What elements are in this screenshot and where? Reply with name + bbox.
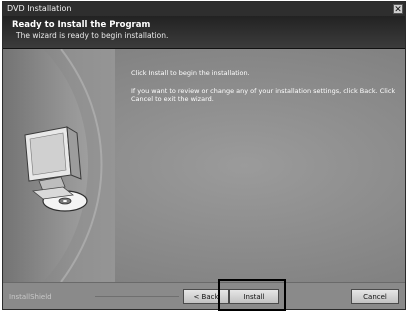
left-artwork-panel — [3, 48, 115, 283]
installshield-brand: InstallShield — [9, 293, 52, 301]
wizard-content: Click Install to begin the installation.… — [3, 48, 405, 283]
close-icon[interactable]: ✕ — [393, 4, 403, 15]
header-subtitle: The wizard is ready to begin installatio… — [16, 31, 169, 40]
header-title: Ready to Install the Program — [12, 20, 151, 30]
install-instruction: Click Install to begin the installation. — [131, 69, 250, 77]
back-button[interactable]: < Back — [183, 289, 229, 304]
cancel-button[interactable]: Cancel — [351, 289, 399, 304]
installer-window: DVD Installation ✕ Ready to Install the … — [2, 1, 406, 310]
review-instruction: If you want to review or change any of y… — [131, 87, 396, 103]
install-button[interactable]: Install — [229, 289, 279, 304]
footer-divider — [95, 296, 179, 297]
title-bar: DVD Installation ✕ — [3, 2, 405, 16]
wizard-footer: InstallShield < Back Install Cancel — [3, 282, 405, 309]
wizard-header: Ready to Install the Program The wizard … — [3, 16, 405, 49]
computer-disc-artwork — [3, 48, 103, 283]
window-title: DVD Installation — [7, 4, 72, 13]
